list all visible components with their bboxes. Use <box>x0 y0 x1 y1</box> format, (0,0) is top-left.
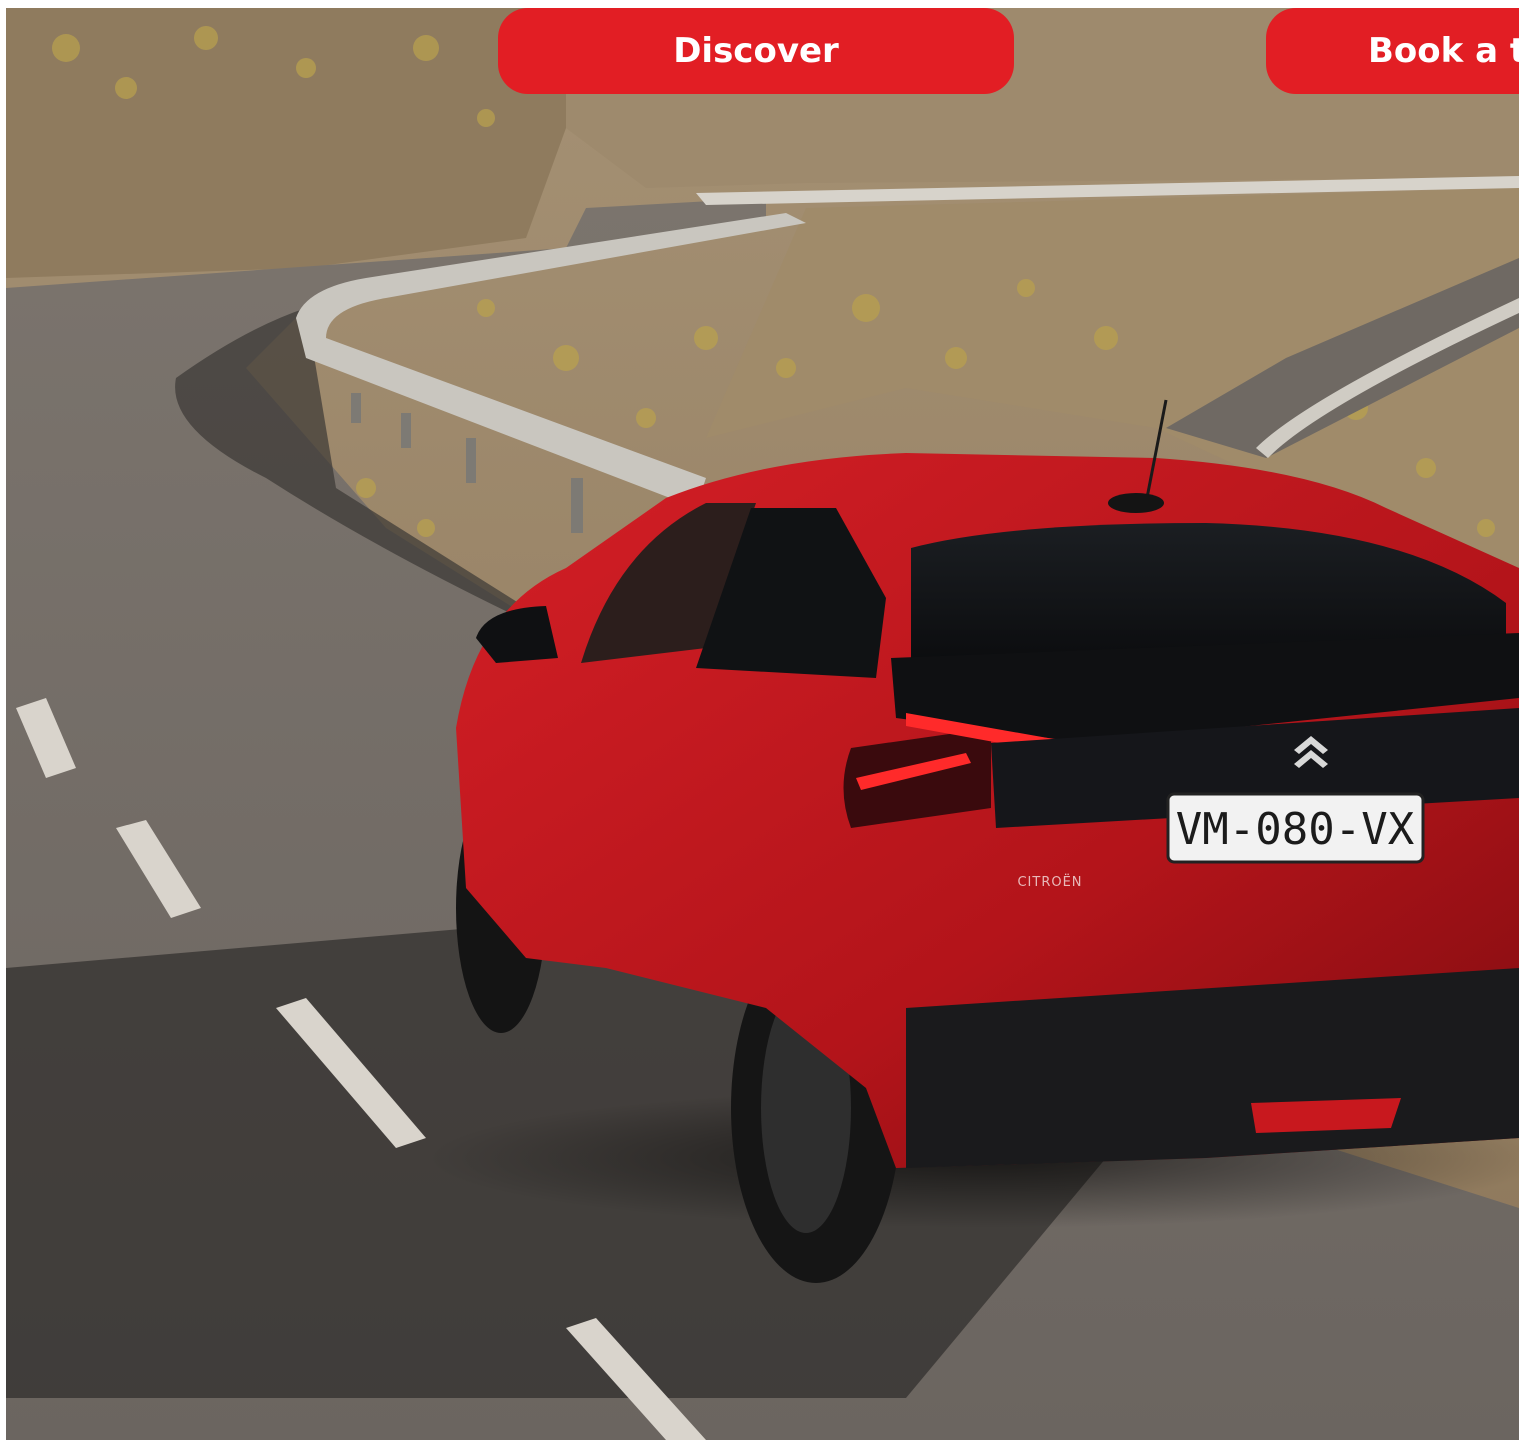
license-plate-text: VM-080-VX <box>1176 804 1415 855</box>
discover-button[interactable]: Discover <box>498 8 1014 94</box>
cliff-left <box>6 8 566 278</box>
book-test-drive-button[interactable]: Book a test drive <box>1266 8 1519 94</box>
brand-badge: CITROËN <box>1017 874 1082 890</box>
hero-illustration: VM-080-VX CITROËN <box>6 8 1519 1440</box>
hero-image: VM-080-VX CITROËN <box>6 8 1519 1440</box>
page: VM-080-VX CITROËN Discover Book a test d… <box>0 0 1519 1443</box>
